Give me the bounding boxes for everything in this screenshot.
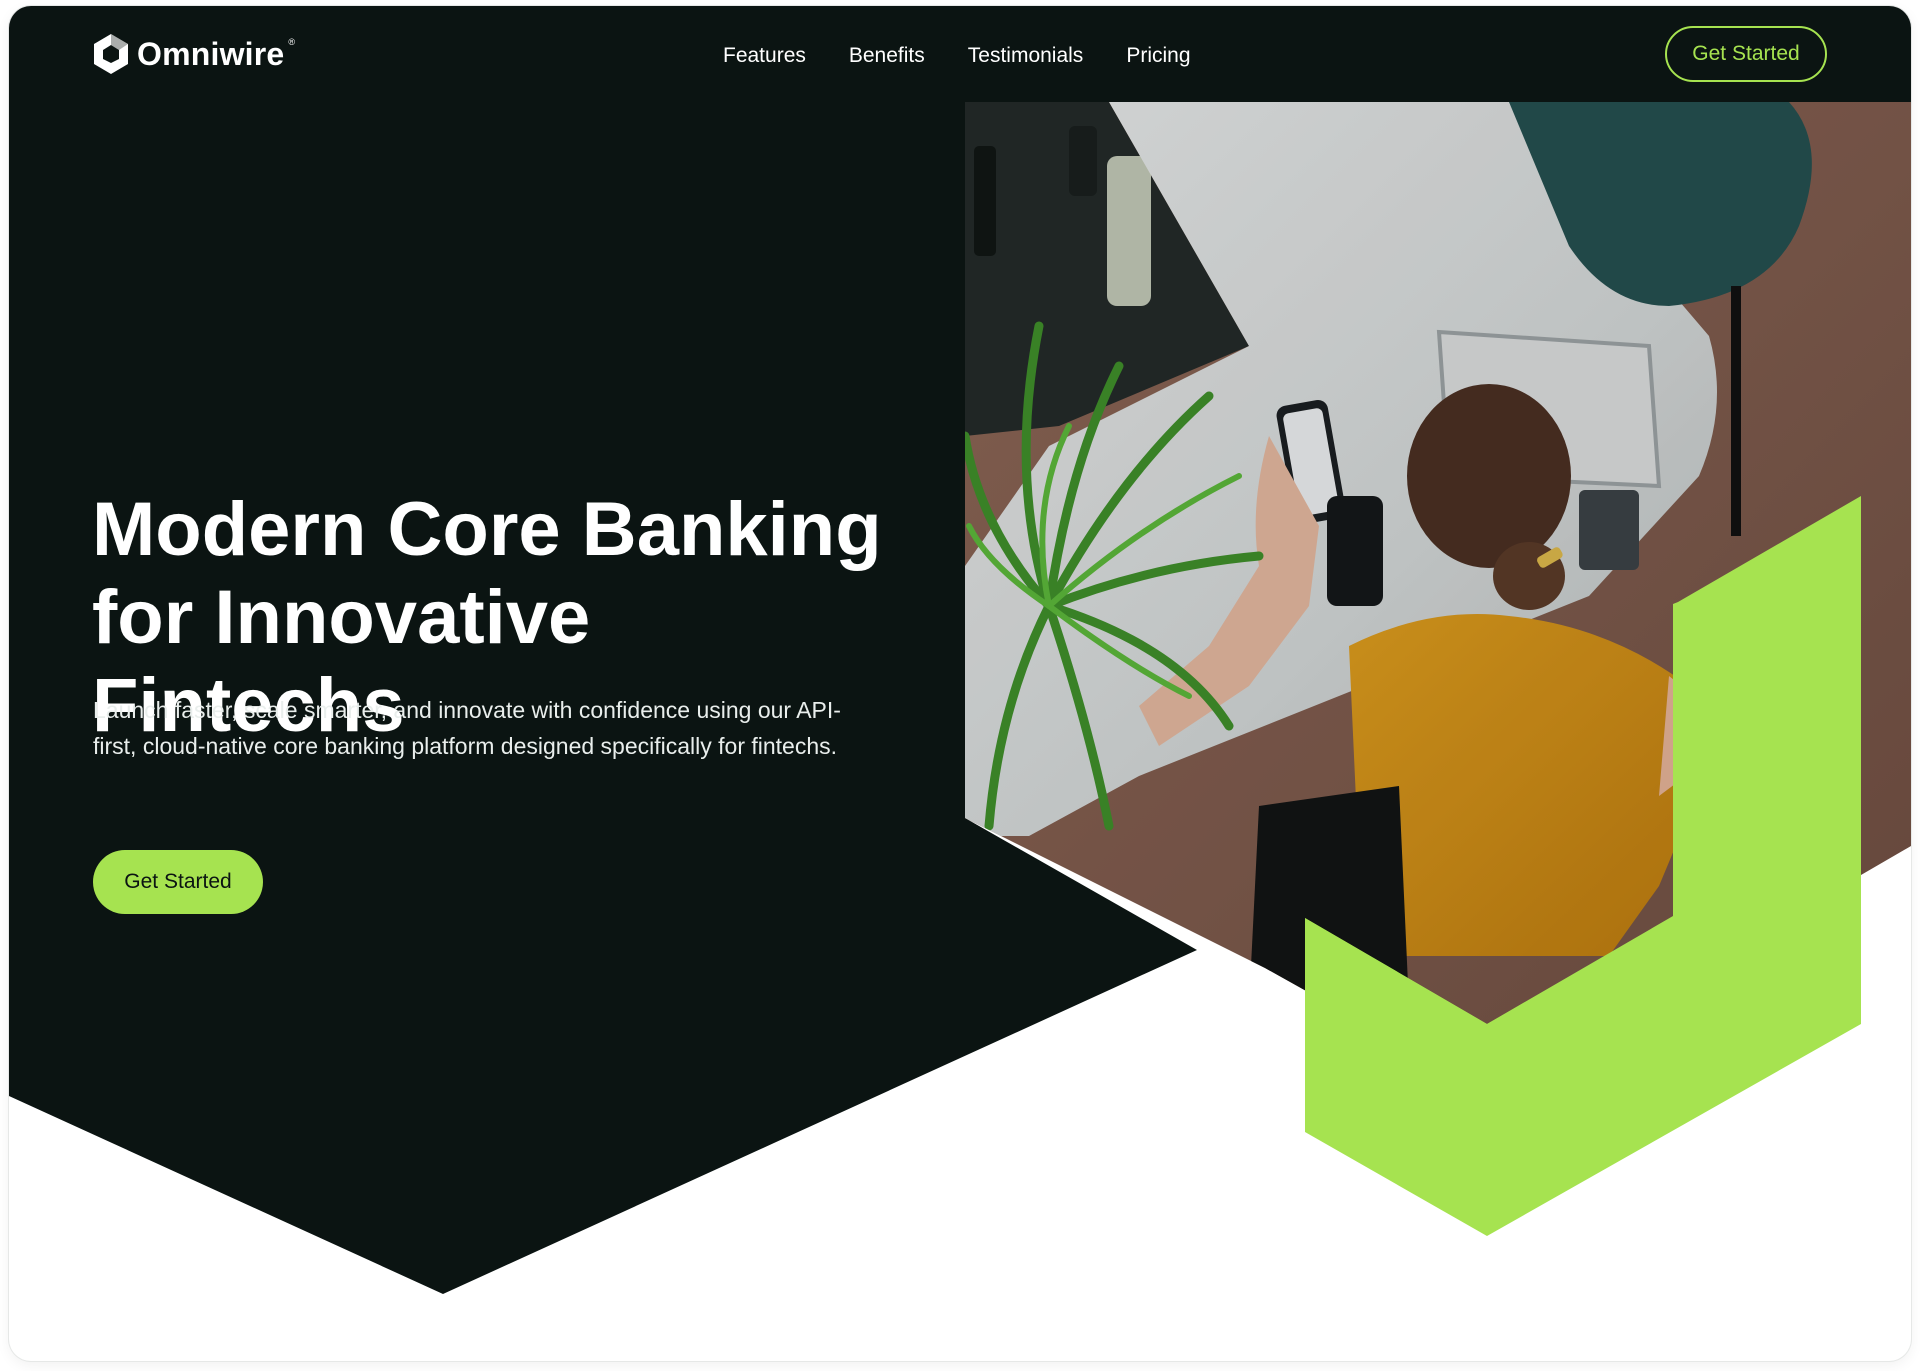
nav-link-pricing[interactable]: Pricing [1126, 44, 1190, 68]
brand-name: Omniwire [137, 35, 285, 72]
nav-link-testimonials[interactable]: Testimonials [968, 44, 1084, 68]
hexagon-logo-icon [94, 34, 128, 74]
hero-title-line-1: Modern Core Banking [92, 487, 882, 572]
landing-page-card: Omniwire ® Features Benefits Testimonial… [9, 6, 1911, 1361]
nav-link-benefits[interactable]: Benefits [849, 44, 925, 68]
top-nav: Omniwire ® Features Benefits Testimonial… [9, 6, 1911, 102]
page: Omniwire ® Features Benefits Testimonial… [0, 0, 1920, 1371]
hero-get-started-button[interactable]: Get Started [93, 850, 263, 914]
nav-links: Features Benefits Testimonials Pricing [723, 44, 1191, 68]
nav-get-started-button[interactable]: Get Started [1665, 26, 1827, 82]
nav-link-features[interactable]: Features [723, 44, 806, 68]
brand-logo[interactable]: Omniwire ® [91, 32, 297, 76]
registered-mark: ® [288, 37, 296, 47]
hero-subtitle: Launch faster, scale smarter, and innova… [93, 697, 841, 759]
